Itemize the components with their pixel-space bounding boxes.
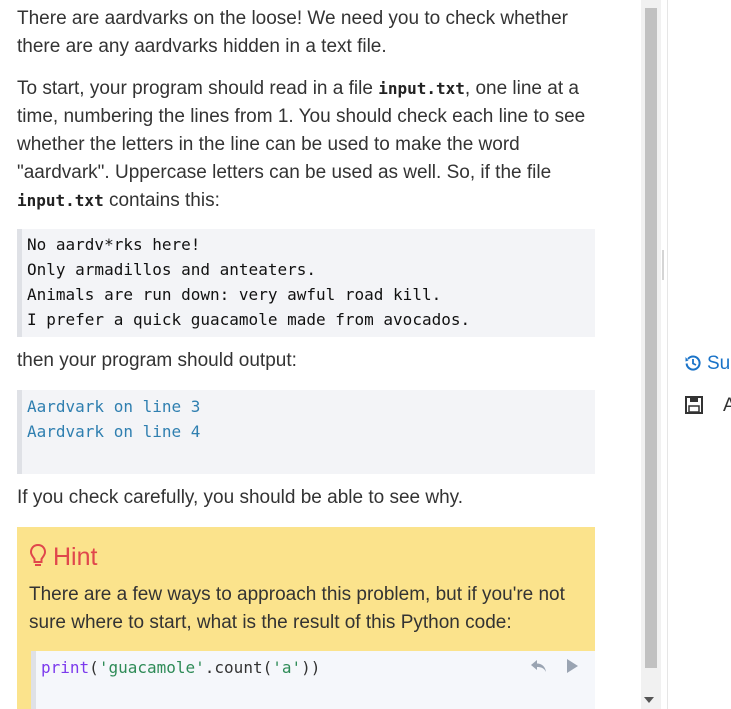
instructions-text-1: To start, your program should read in a … [17, 78, 379, 99]
run-icon[interactable] [563, 656, 581, 676]
input-example-line: No aardv*rks here! [27, 235, 201, 254]
save-icon[interactable] [685, 396, 703, 414]
code-string-token: 'guacamole' [98, 658, 205, 677]
hint-title: Hint [29, 541, 97, 573]
hint-title-text: Hint [53, 543, 98, 571]
input-filename: input.txt [378, 79, 465, 98]
output-example-block: Aardvark on line 3 Aardvark on line 4 [17, 390, 595, 474]
intro-paragraph: There are aardvarks on the loose! We nee… [17, 8, 568, 57]
scroll-down-arrow-icon[interactable] [644, 697, 654, 703]
hint-text: There are a few ways to approach this pr… [29, 584, 565, 633]
input-example-line: I prefer a quick guacamole made from avo… [27, 310, 471, 329]
code-method-token: .count( [204, 658, 273, 677]
hint-box: Hint There are a few ways to approach th… [17, 527, 595, 709]
check-paragraph: If you check carefully, you should be ab… [17, 487, 464, 508]
output-example-line: Aardvark on line 4 [27, 422, 201, 441]
code-punctuation-token: ( [89, 658, 99, 677]
problem-content: There are aardvarks on the loose! We nee… [0, 0, 595, 709]
lightbulb-icon [29, 543, 47, 569]
input-filename: input.txt [17, 191, 104, 210]
then-paragraph: then your program should output: [17, 350, 297, 371]
input-example-line: Only armadillos and anteaters. [27, 260, 316, 279]
code-string-token: 'a' [272, 658, 302, 677]
output-example-line: Aardvark on line 3 [27, 397, 201, 416]
scrollbar-thumb[interactable] [645, 8, 657, 668]
input-example-block: No aardv*rks here! Only armadillos and a… [17, 229, 595, 337]
code-function-token: print [41, 658, 90, 677]
input-example-line: Animals are run down: very awful road ki… [27, 285, 442, 304]
save-button-label[interactable]: A [723, 395, 731, 417]
hint-code-line: print('guacamole'.count('a')) [41, 655, 320, 680]
hint-code-block: print('guacamole'.count('a')) [31, 651, 595, 709]
history-button-label[interactable]: Su [707, 353, 730, 375]
history-icon[interactable] [684, 354, 702, 372]
undo-icon[interactable] [529, 656, 549, 676]
instructions-paragraph: To start, your program should read in a … [17, 75, 595, 215]
panel-resize-handle[interactable] [662, 250, 664, 280]
instructions-text-3: contains this: [103, 190, 220, 211]
code-punctuation-token: )) [301, 658, 321, 677]
